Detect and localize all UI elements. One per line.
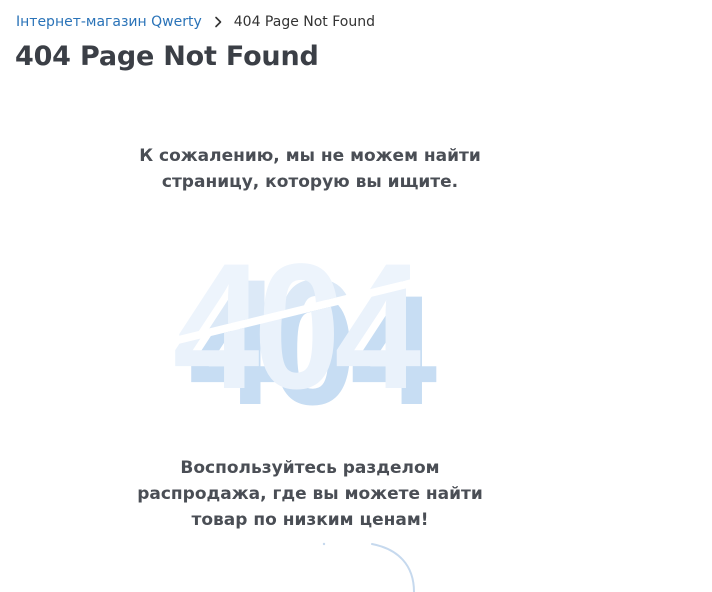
sale-message: Воспользуйтесь разделом распродажа, где … xyxy=(0,455,620,533)
not-found-message-line: К сожалению, мы не можем найти xyxy=(139,146,481,166)
chevron-right-icon xyxy=(210,14,226,30)
illustration-front-digits: 404 404 xyxy=(173,238,431,418)
sale-message-line: Воспользуйтесь разделом xyxy=(180,458,440,478)
breadcrumb-home-link[interactable]: Інтернет-магазин Qwerty xyxy=(16,13,202,31)
page-title: 404 Page Not Found xyxy=(15,41,319,72)
decorative-curve-icon xyxy=(322,542,415,592)
error-404-icon: 404 404 404 404 xyxy=(173,238,447,418)
not-found-page: Інтернет-магазин Qwerty 404 Page Not Fou… xyxy=(0,0,712,592)
breadcrumb: Інтернет-магазин Qwerty 404 Page Not Fou… xyxy=(16,13,375,31)
not-found-message-line: страницу, которую вы ищите. xyxy=(161,172,459,192)
not-found-message: К сожалению, мы не можем найти страницу,… xyxy=(0,143,620,195)
sale-message-line: распродажа, где вы можете найти xyxy=(137,484,483,504)
breadcrumb-current: 404 Page Not Found xyxy=(233,14,375,30)
sale-message-line: товар по низким ценам! xyxy=(191,510,429,530)
